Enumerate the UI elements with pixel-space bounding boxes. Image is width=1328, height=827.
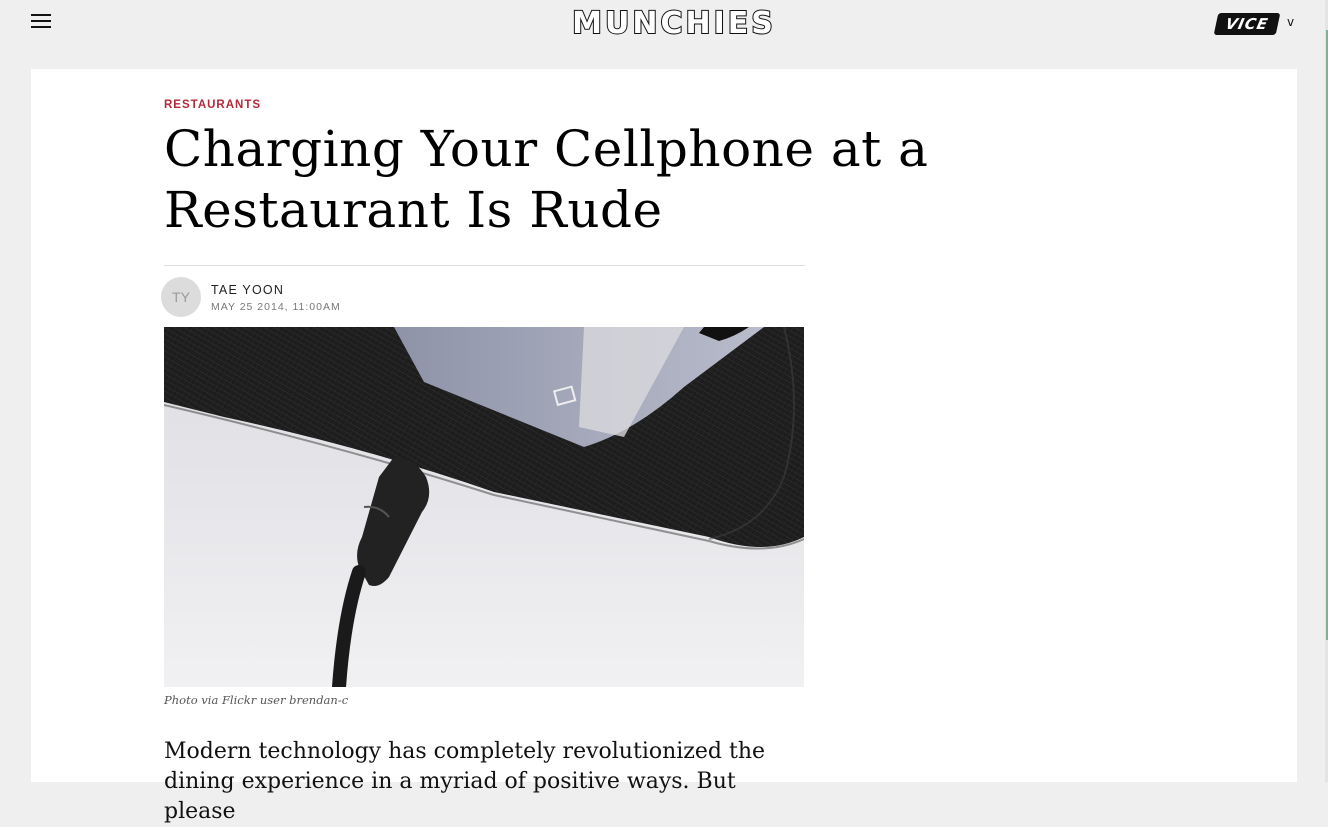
publish-date: MAY 25 2014, 11:00AM [211, 301, 341, 313]
image-caption: Photo via Flickr user brendan-c [164, 693, 349, 707]
hamburger-menu-icon[interactable] [31, 13, 53, 31]
chevron-down-icon[interactable]: v [1287, 15, 1294, 29]
author-avatar[interactable]: TY [161, 277, 201, 317]
section-link[interactable]: RESTAURANTS [164, 99, 261, 111]
article-body: Modern technology has completely revolut… [164, 739, 766, 824]
author-name-link[interactable]: TAE YOON [211, 283, 284, 297]
vice-logo[interactable]: VICE [1213, 13, 1281, 35]
article-hero-image [164, 327, 804, 687]
top-navigation-bar: MUNCHIES VICE v [0, 0, 1328, 68]
munchies-logo[interactable]: MUNCHIES [520, 5, 828, 42]
article-headline: Charging Your Cellphone at a Restaurant … [164, 120, 929, 239]
byline-divider [164, 265, 805, 266]
article-card: RESTAURANTS Charging Your Cellphone at a… [31, 69, 1297, 824]
